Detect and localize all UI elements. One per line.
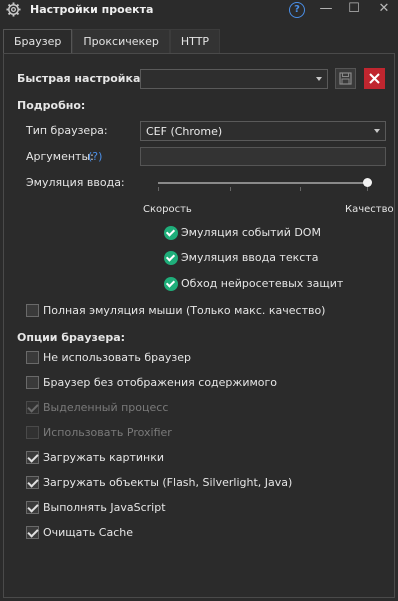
proxifier-label: Использовать Proxifier <box>43 426 172 439</box>
quick-settings-dropdown[interactable] <box>140 69 328 89</box>
speed-label: Скорость <box>143 204 192 215</box>
arguments-label: Аргументы: <box>26 150 94 163</box>
browser-type-value: CEF (Chrome) <box>146 125 223 138</box>
feature-dom-events: Эмуляция событий DOM <box>181 226 321 239</box>
no-browser-label: Не использовать браузер <box>43 351 191 364</box>
full-mouse-label: Полная эмуляция мыши (Только макс. качес… <box>43 304 326 317</box>
slider-tick <box>367 187 368 191</box>
load-objects-checkbox[interactable] <box>26 476 39 489</box>
quality-label: Качество <box>345 204 394 215</box>
load-objects-label: Загружать объекты (Flash, Silverlight, J… <box>43 476 293 489</box>
headless-checkbox[interactable] <box>26 376 39 389</box>
check-circle-icon <box>164 277 178 291</box>
emulation-slider-thumb[interactable] <box>363 178 372 187</box>
slider-tick <box>230 187 231 191</box>
no-browser-checkbox[interactable] <box>26 351 39 364</box>
clear-cache-label: Очищать Cache <box>43 526 134 539</box>
close-icon <box>369 73 380 84</box>
check-circle-icon <box>164 251 178 265</box>
feature-neural-bypass: Обход нейросетевых защит <box>181 277 344 290</box>
save-icon <box>339 72 352 85</box>
arguments-help-link[interactable]: (?) <box>88 150 102 163</box>
proxifier-checkbox <box>26 426 39 439</box>
load-images-checkbox[interactable] <box>26 451 39 464</box>
tab-http[interactable]: HTTP <box>169 29 221 53</box>
load-images-label: Загружать картинки <box>43 451 165 464</box>
emulation-slider-track[interactable] <box>158 182 368 184</box>
close-button[interactable]: ✕ <box>376 1 392 17</box>
window-title: Настройки проекта <box>30 3 154 16</box>
browser-options-heading: Опции браузера: <box>17 331 126 344</box>
browser-type-label: Тип браузера: <box>26 124 108 137</box>
details-heading: Подробно: <box>17 99 86 112</box>
save-preset-button[interactable] <box>335 68 356 89</box>
maximize-button[interactable]: ☐ <box>346 1 362 17</box>
chevron-down-icon <box>316 77 322 81</box>
tab-proxychecker[interactable]: Проксичекер <box>72 29 170 53</box>
clear-cache-checkbox[interactable] <box>26 526 39 539</box>
slider-tick <box>158 187 159 191</box>
headless-label: Браузер без отображения содержимого <box>43 376 278 389</box>
quick-settings-label: Быстрая настройка: <box>17 72 145 85</box>
dedicated-process-label: Выделенный процесс <box>43 401 169 414</box>
help-icon[interactable]: ? <box>289 2 305 18</box>
delete-preset-button[interactable] <box>364 68 385 89</box>
tab-bar: Браузер Проксичекер HTTP <box>3 29 221 54</box>
slider-tick <box>300 187 301 191</box>
run-javascript-checkbox[interactable] <box>26 501 39 514</box>
tab-browser[interactable]: Браузер <box>3 29 73 54</box>
check-circle-icon <box>164 226 178 240</box>
input-emulation-label: Эмуляция ввода: <box>26 176 125 189</box>
arguments-input[interactable] <box>140 147 386 166</box>
gear-icon <box>6 2 21 17</box>
minimize-button[interactable]: — <box>318 1 334 17</box>
full-mouse-checkbox[interactable] <box>26 304 39 317</box>
run-javascript-label: Выполнять JavaScript <box>43 501 166 514</box>
dedicated-process-checkbox <box>26 401 39 414</box>
browser-type-dropdown[interactable]: CEF (Chrome) <box>140 121 386 141</box>
feature-text-input: Эмуляция ввода текста <box>181 251 319 264</box>
chevron-down-icon <box>374 129 380 133</box>
title-bar: Настройки проекта ? — ☐ ✕ <box>0 0 398 20</box>
